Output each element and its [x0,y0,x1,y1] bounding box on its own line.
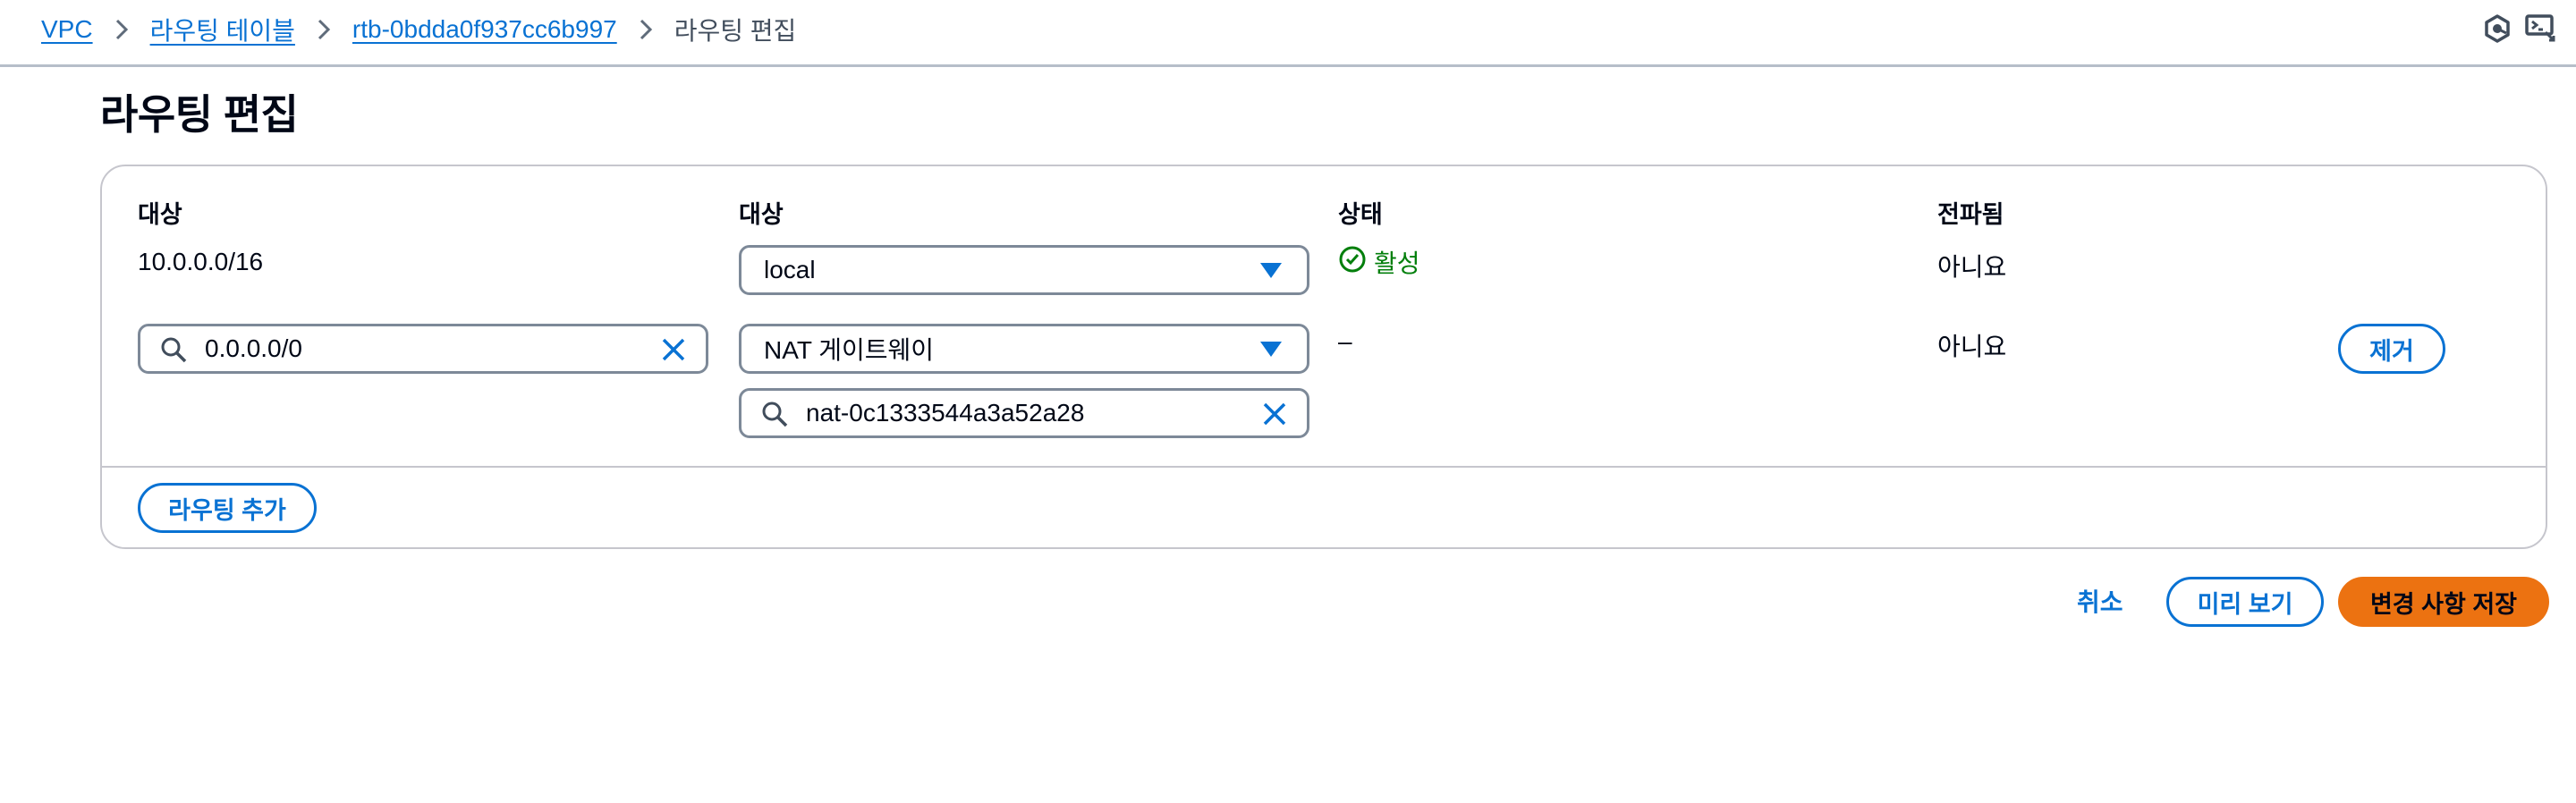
container-divider [100,466,2547,468]
breadcrumb-vpc[interactable]: VPC [41,15,93,44]
clear-icon[interactable] [659,335,688,364]
remove-route-button[interactable]: 제거 [2338,324,2445,374]
row2-status: – [1338,327,1352,355]
column-header-status: 상태 [1338,201,1383,228]
clear-icon[interactable] [1260,400,1289,428]
preview-button[interactable]: 미리 보기 [2166,577,2324,627]
caret-down-icon [1260,263,1282,278]
breadcrumb: VPC 라우팅 테이블 rtb-0bdda0f937cc6b997 라우팅 편집 [41,13,796,46]
add-route-button[interactable]: 라우팅 추가 [138,483,317,533]
top-navigation-bar: VPC 라우팅 테이블 rtb-0bdda0f937cc6b997 라우팅 편집 [0,0,2576,67]
row1-propagated: 아니요 [1937,253,2007,281]
search-icon [762,402,788,427]
breadcrumb-route-table-id[interactable]: rtb-0bdda0f937cc6b997 [352,15,617,44]
row2-target-value: NAT 게이트웨이 [764,336,934,364]
row2-propagated: 아니요 [1937,333,2007,360]
column-header-propagated: 전파됨 [1937,201,2004,228]
breadcrumb-current: 라우팅 편집 [674,17,797,45]
row2-target-id-input[interactable] [806,396,1202,430]
row2-destination-field[interactable] [138,324,708,374]
row2-destination-input[interactable] [205,332,601,366]
row2-target-select[interactable]: NAT 게이트웨이 [739,324,1309,374]
row1-status: 활성 [1338,244,1420,280]
row1-status-text: 활성 [1374,249,1420,277]
page-title: 라우팅 편집 [100,91,299,138]
notifications-icon[interactable] [2481,13,2513,45]
row2-target-id-field[interactable] [739,388,1309,438]
cloudshell-icon[interactable] [2524,13,2556,45]
caret-down-icon [1260,342,1282,357]
row1-target-select[interactable]: local [739,245,1309,295]
check-circle-icon [1338,245,1367,280]
chevron-right-icon [93,18,150,41]
column-header-destination: 대상 [138,201,182,228]
chevron-right-icon [295,18,352,41]
row1-destination: 10.0.0.0/16 [138,248,264,275]
search-icon [161,337,187,363]
breadcrumb-route-tables[interactable]: 라우팅 테이블 [150,12,295,47]
save-changes-button[interactable]: 변경 사항 저장 [2338,577,2549,627]
chevron-right-icon [617,18,674,41]
column-header-target: 대상 [739,201,784,228]
cancel-button[interactable]: 취소 [2077,583,2123,619]
row1-target-value: local [764,256,816,283]
